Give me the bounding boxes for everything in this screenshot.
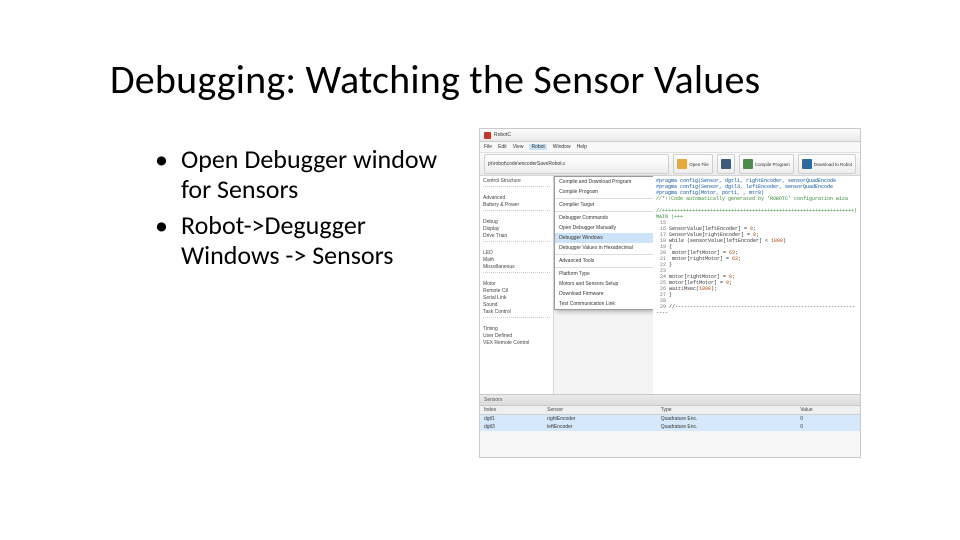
app-icon xyxy=(484,132,491,139)
menu-edit[interactable]: Edit xyxy=(498,144,507,150)
slide-title: Debugging: Watching the Sensor Values xyxy=(110,55,920,104)
folder-open-icon xyxy=(677,159,687,169)
download-label: Download to Robot xyxy=(814,162,852,167)
save-button[interactable] xyxy=(717,154,735,174)
window-titlebar: RobotC xyxy=(480,129,860,142)
sidebar-item[interactable]: User Defined xyxy=(483,333,550,340)
sidebar-item[interactable]: Sound xyxy=(483,302,550,309)
sidebar-item[interactable]: Remote Ctl xyxy=(483,288,550,295)
sensors-panel-title: Sensors xyxy=(480,395,860,406)
menu-item[interactable]: Debugger Windows xyxy=(555,233,667,243)
sidebar-item[interactable]: Task Control xyxy=(483,309,550,316)
sidebar-item[interactable]: Display xyxy=(483,226,550,233)
menu-item[interactable]: Test Communication Link xyxy=(555,299,667,309)
compile-button[interactable]: Compile Program xyxy=(739,154,794,174)
sidebar-item[interactable]: VEX Remote Control xyxy=(483,340,550,347)
bullet-text: Open Debugger window for Sensors xyxy=(181,145,465,205)
sidebar-item[interactable]: LED xyxy=(483,250,550,257)
function-sidebar[interactable]: Control Structure AdvancedBattery & Powe… xyxy=(480,176,554,398)
sidebar-item[interactable]: Control Structure xyxy=(483,178,550,185)
sidebar-item[interactable]: Math xyxy=(483,257,550,264)
sidebar-item[interactable] xyxy=(483,186,550,194)
compile-label: Compile Program xyxy=(755,162,790,167)
bullet-dot: • xyxy=(155,145,181,205)
menu-item[interactable]: Download Firmware xyxy=(555,289,667,299)
open-label: Open File xyxy=(689,162,709,167)
download-button[interactable]: Download to Robot xyxy=(798,154,856,174)
menu-help[interactable]: Help xyxy=(577,144,587,150)
col-type: Type xyxy=(657,406,797,415)
open-file-button[interactable]: Open File xyxy=(673,154,713,174)
sidebar-item[interactable]: Timing xyxy=(483,326,550,333)
col-index: Index xyxy=(480,406,543,415)
menubar: File Edit View Robot Window Help xyxy=(480,142,860,153)
menu-item[interactable]: Debugger Commands xyxy=(555,213,667,223)
menu-item[interactable]: Open Debugger Manually xyxy=(555,223,667,233)
path-field[interactable]: pr\robot\code\encoderSaveRobot.c xyxy=(484,154,669,174)
code-editor[interactable]: #pragma config(Sensor, dgtl1, rightEncod… xyxy=(653,176,860,398)
compile-icon xyxy=(743,159,753,169)
menu-view[interactable]: View xyxy=(513,144,524,150)
menu-file[interactable]: File xyxy=(484,144,492,150)
menu-item[interactable]: Compiler Target xyxy=(555,200,667,210)
sidebar-item[interactable]: Serial Link xyxy=(483,295,550,302)
menu-window[interactable]: Window xyxy=(553,144,571,150)
sidebar-item[interactable] xyxy=(483,241,550,249)
menu-item[interactable]: Platform Type xyxy=(555,269,667,279)
sensors-table: Index Sensor Type Value dgtl1rightEncode… xyxy=(480,406,860,431)
sidebar-item[interactable] xyxy=(483,317,550,325)
screenshot: RobotC File Edit View Robot Window Help … xyxy=(479,128,861,458)
menu-item[interactable]: Compile ProgramF7 xyxy=(555,187,667,197)
toolbar: pr\robot\code\encoderSaveRobot.c Open Fi… xyxy=(480,153,860,176)
col-value: Value xyxy=(796,406,860,415)
sensor-row[interactable]: dgtl1rightEncoderQuadrature Enc.0 xyxy=(480,415,860,424)
sensor-row[interactable]: dgtl3leftEncoderQuadrature Enc.0 xyxy=(480,423,860,431)
path-text: pr\robot\code\encoderSaveRobot.c xyxy=(488,161,566,167)
bullet-list: • Open Debugger window for Sensors • Rob… xyxy=(155,145,465,277)
app-title: RobotC xyxy=(494,132,511,138)
menu-item[interactable]: Debugger Values in Hexadecimal xyxy=(555,243,667,253)
bullet-dot: • xyxy=(155,211,181,271)
menu-robot[interactable]: Robot xyxy=(529,144,546,150)
robot-dropdown-menu[interactable]: Compile and Download ProgramF5Compile Pr… xyxy=(554,176,668,310)
col-sensor: Sensor xyxy=(543,406,657,415)
sidebar-item[interactable]: Miscellaneous xyxy=(483,264,550,271)
download-icon xyxy=(802,159,812,169)
sidebar-item[interactable]: Battery & Power xyxy=(483,202,550,209)
sensors-panel[interactable]: Sensors Index Sensor Type Value dgtl1rig… xyxy=(480,394,860,457)
menu-item[interactable]: Motors and Sensors Setup xyxy=(555,279,667,289)
save-icon xyxy=(721,159,731,169)
bullet-text: Robot->Degugger Windows -> Sensors xyxy=(181,211,465,271)
sidebar-item[interactable]: Debug xyxy=(483,219,550,226)
menu-item[interactable]: Compile and Download ProgramF5 xyxy=(555,177,667,187)
sidebar-item[interactable] xyxy=(483,272,550,280)
menu-item[interactable]: Advanced Tools xyxy=(555,256,667,266)
sidebar-item[interactable]: Drive Train xyxy=(483,233,550,240)
sidebar-item[interactable]: Motor xyxy=(483,281,550,288)
menu-overlay-area: Compile and Download ProgramF5Compile Pr… xyxy=(554,176,653,398)
sidebar-item[interactable] xyxy=(483,210,550,218)
sidebar-item[interactable]: Advanced xyxy=(483,195,550,202)
